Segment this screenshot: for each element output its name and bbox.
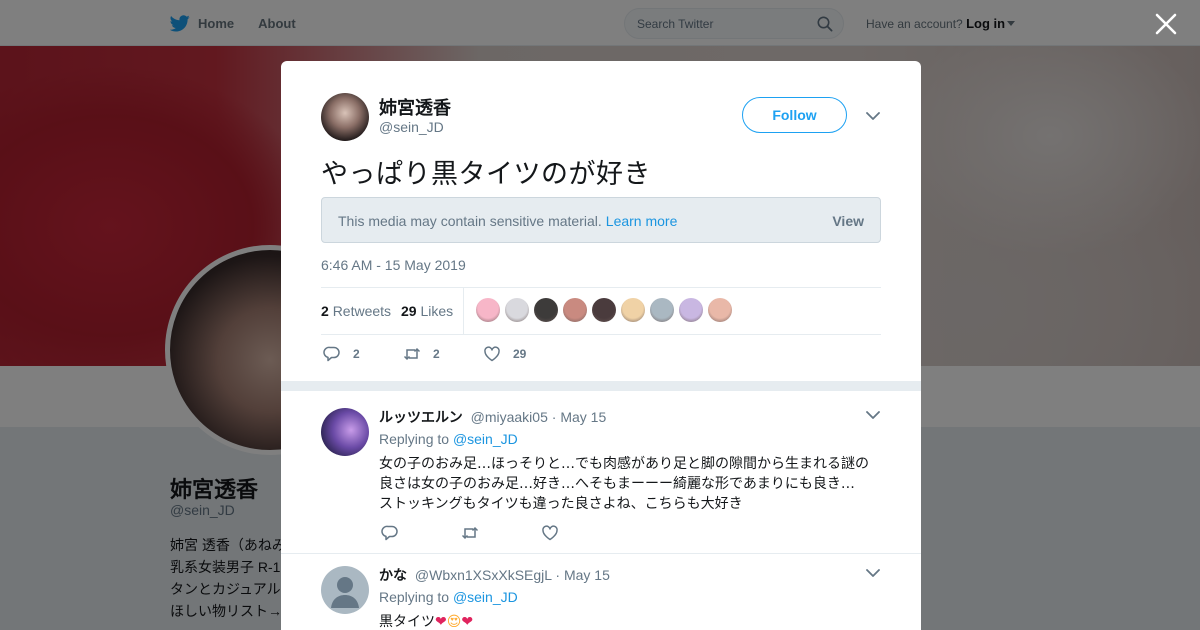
author-handle[interactable]: @sein_JD [379,119,444,135]
sensitive-message: This media may contain sensitive materia… [338,213,677,229]
reply-header: かな @Wbxn1XSxXkSEgjL · May 15 [379,565,610,585]
retweet-count: 2 [433,347,440,361]
retweets-label: Retweets [332,303,392,319]
tweet-modal: 姉宮透香 @sein_JD Follow やっぱり黒タイツのが好き This m… [281,61,921,630]
liker-avatar[interactable] [708,298,732,322]
chevron-down-icon[interactable] [866,569,880,578]
reply-avatar[interactable] [321,566,369,614]
likes-stat[interactable]: 29 Likes [401,303,453,319]
reply-text-line: 良さは女の子のおみ足…好き…へそもまーーー綺麗な形であまりにも良き… [379,476,855,492]
heart-emoji: ❤ [435,614,447,630]
chevron-down-icon[interactable] [866,411,880,420]
reply-count: 2 [353,347,360,361]
tweet-stats: 2 Retweets 29 Likes [321,287,881,335]
follow-button[interactable]: Follow [742,97,847,133]
heart-emoji: ❤ [461,614,474,630]
likes-count: 29 [401,303,417,319]
replying-to-link[interactable]: @sein_JD [453,431,518,447]
replying-to: Replying to @sein_JD [379,431,518,447]
replies-separator [281,381,921,391]
liker-avatar[interactable] [621,298,645,322]
tweet-timestamp[interactable]: 6:46 AM - 15 May 2019 [321,257,466,273]
reply-author-name[interactable]: かな [379,567,407,583]
retweet-icon[interactable] [461,524,479,542]
chevron-down-icon[interactable] [866,112,880,121]
reply-header: ルッツエルン @miyaaki05 · May 15 [379,407,606,427]
replying-to-link[interactable]: @sein_JD [453,589,518,605]
reply-text-line: ストッキングもタイツも違った良さよね、こちらも大好き [379,496,743,512]
author-name[interactable]: 姉宮透香 [379,94,451,120]
reply-text-line: 女の子のおみ足…ほっそりと…でも肉感があり足と脚の隙間から生まれる謎の [379,456,869,472]
replying-to: Replying to @sein_JD [379,589,518,605]
reply-date[interactable]: · May 15 [552,409,606,425]
reply-author-handle[interactable]: @miyaaki05 [471,409,548,425]
heart-icon [484,346,500,362]
reply-action[interactable]: 2 [323,345,360,363]
reply-icon [323,346,340,362]
learn-more-link[interactable]: Learn more [606,213,678,229]
liker-avatar[interactable] [650,298,674,322]
reply-icon[interactable] [381,524,399,542]
like-count: 29 [513,347,527,361]
liker-avatar[interactable] [505,298,529,322]
sensitive-message-text: This media may contain sensitive materia… [338,213,602,229]
tweet-text: やっぱり黒タイツのが好き [321,159,651,190]
reply-actions [381,524,621,542]
reply-text-content: 黒タイツ [379,614,435,630]
liker-avatar[interactable] [592,298,616,322]
sensitive-media-notice: This media may contain sensitive materia… [321,197,881,243]
reply-divider [281,553,921,554]
liker-avatar[interactable] [679,298,703,322]
retweets-stat[interactable]: 2 Retweets [321,303,391,319]
retweet-action[interactable]: 2 [403,345,440,363]
stats-divider [463,288,464,334]
author-avatar[interactable] [321,93,369,141]
heart-eyes-emoji: 😍 [446,614,462,630]
liker-avatar[interactable] [476,298,500,322]
like-action[interactable]: 29 [483,345,526,363]
replying-prefix: Replying to [379,431,450,447]
replying-prefix: Replying to [379,589,450,605]
reply-text: 黒タイツ❤😍❤ [379,612,879,630]
close-icon[interactable] [1154,12,1178,36]
liker-avatar[interactable] [534,298,558,322]
reply-author-handle[interactable]: @Wbxn1XSxXkSEgjL [415,567,552,583]
heart-icon[interactable] [541,524,559,542]
reply-avatar[interactable] [321,408,369,456]
likes-label: Likes [420,303,454,319]
retweets-count: 2 [321,303,329,319]
reply-text: 女の子のおみ足…ほっそりと…でも肉感があり足と脚の隙間から生まれる謎の 良さは女… [379,454,879,514]
liker-avatar[interactable] [563,298,587,322]
liker-avatars [476,298,732,322]
default-avatar-icon [331,577,359,608]
retweet-icon [403,347,421,361]
view-media-button[interactable]: View [832,213,864,229]
reply-date[interactable]: · May 15 [555,567,609,583]
reply-author-name[interactable]: ルッツエルン [379,409,463,425]
